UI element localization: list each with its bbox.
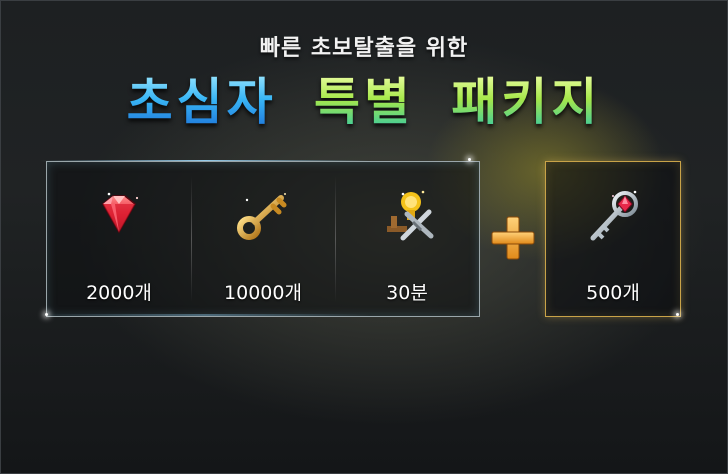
gem-quantity: 2000개 bbox=[86, 282, 152, 304]
hourglass-swords-icon bbox=[387, 190, 434, 241]
red-gem-icon bbox=[102, 192, 139, 234]
banner-subtitle: 빠른 초보탈출을 위한 bbox=[259, 36, 469, 61]
promo-banner: 빠른 초보탈출을 위한 초심자 특별 패키지 2000개 10000개 30분 … bbox=[0, 0, 728, 474]
title-word-beginner: 초심자 bbox=[126, 73, 277, 131]
sparkle-decoration bbox=[45, 313, 48, 316]
sparkle-decoration bbox=[468, 158, 471, 161]
package-items-box: 2000개 10000개 30분 bbox=[46, 161, 480, 317]
title-word-package: 패키지 bbox=[451, 73, 602, 131]
sparkle-decoration bbox=[676, 313, 679, 316]
bonus-quantity: 500개 bbox=[586, 282, 640, 304]
gold-key-icon bbox=[237, 193, 287, 240]
package-item-gem: 2000개 bbox=[47, 162, 191, 316]
package-item-key: 10000개 bbox=[191, 162, 335, 316]
package-item-booster: 30분 bbox=[335, 162, 479, 316]
plus-icon bbox=[491, 216, 535, 260]
key-quantity: 10000개 bbox=[224, 282, 302, 304]
booster-duration: 30분 bbox=[386, 282, 428, 304]
bonus-item-box: 500개 bbox=[545, 161, 681, 317]
title-word-special: 특별 bbox=[314, 73, 414, 131]
banner-title: 초심자 특별 패키지 bbox=[0, 72, 728, 132]
crystal-key-icon bbox=[590, 190, 638, 241]
